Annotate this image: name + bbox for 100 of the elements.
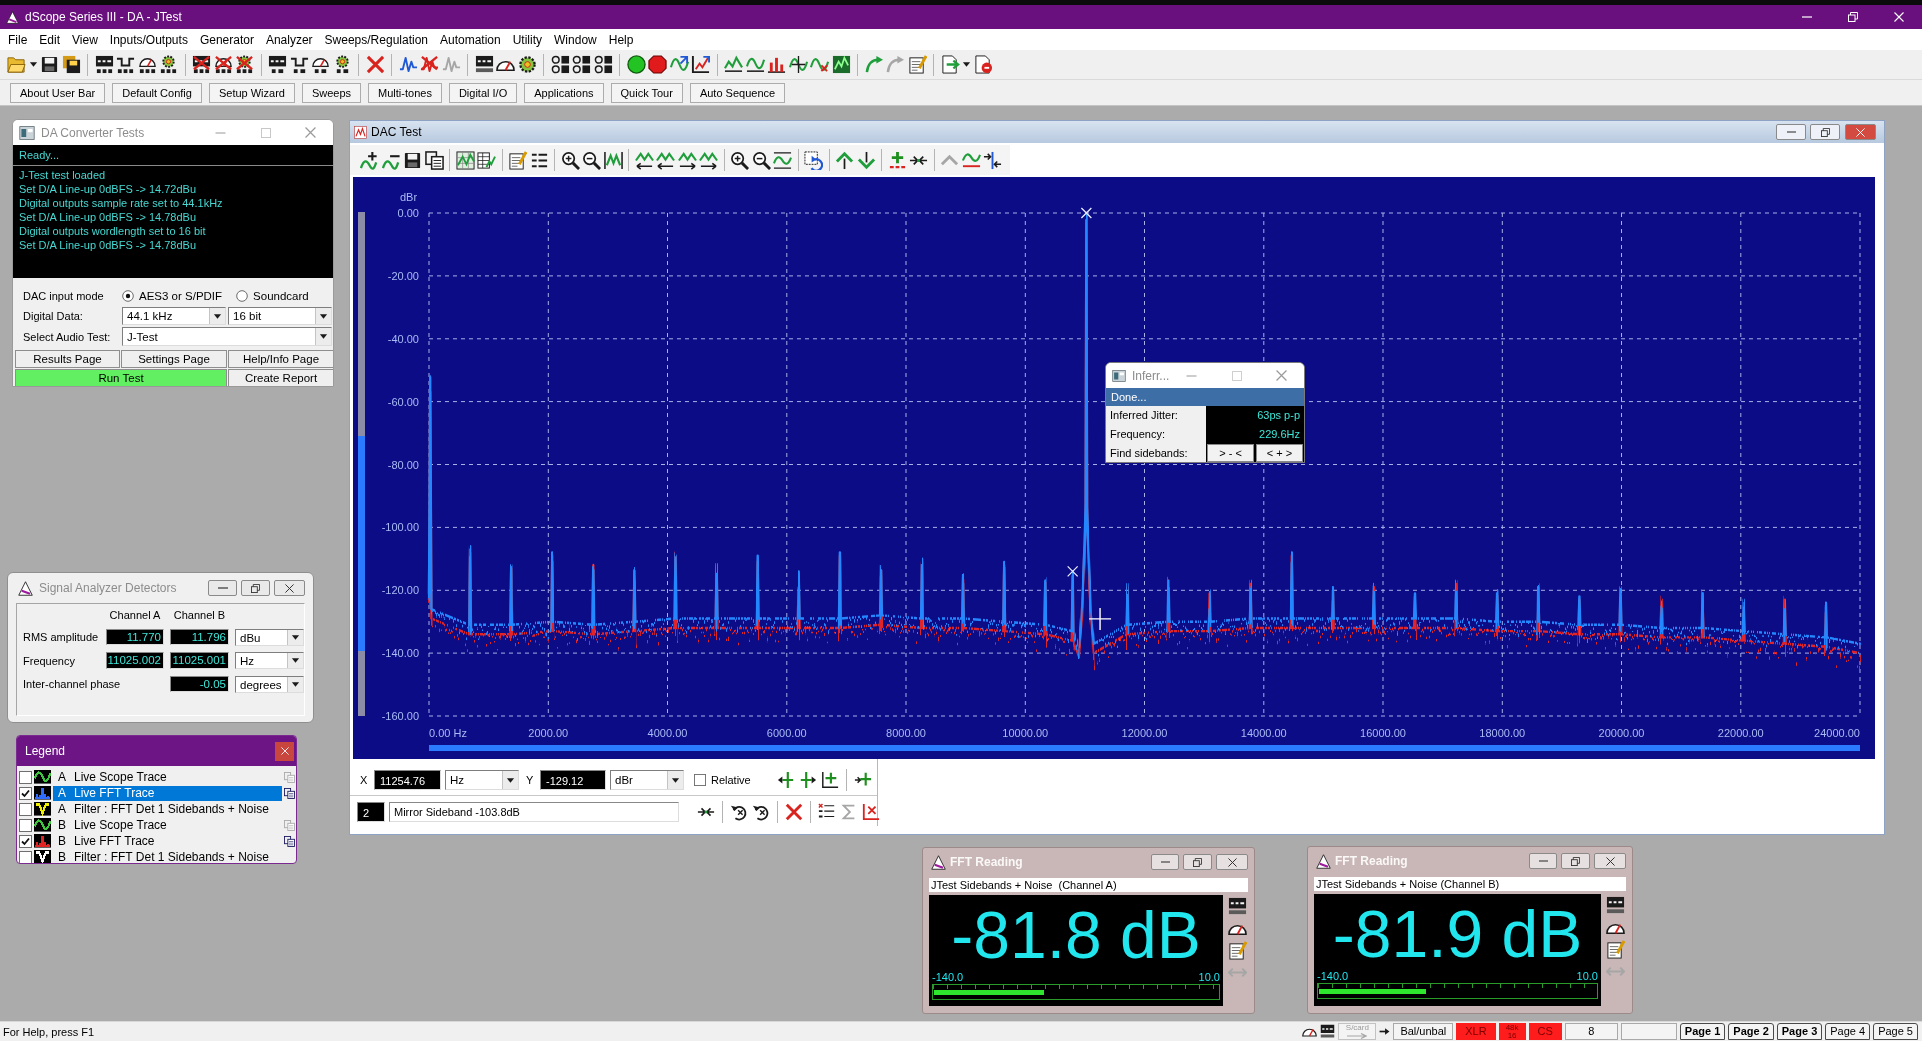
copy-icon[interactable] [424, 150, 444, 170]
notepad-icon[interactable] [1606, 940, 1625, 959]
document-arrow-icon[interactable] [940, 55, 960, 74]
marker-arrows-icon[interactable] [983, 150, 1002, 170]
filter-icon[interactable] [289, 55, 309, 74]
dropdown[interactable]: degrees [235, 676, 304, 693]
notepad-icon[interactable] [1228, 941, 1247, 960]
menu-item[interactable]: Window [548, 30, 603, 49]
digital-meter-icon[interactable] [1320, 1024, 1336, 1039]
peak-up-icon[interactable] [835, 150, 854, 170]
dropdown[interactable]: 16 bit [228, 307, 332, 325]
checkbox[interactable] [19, 834, 32, 848]
user-bar-button[interactable]: Auto Sequence [689, 82, 786, 103]
sideband-button[interactable]: < + > [1256, 444, 1303, 462]
user-bar-button[interactable]: About User Bar [10, 82, 106, 103]
switch-pair-icon[interactable] [550, 55, 570, 74]
dropdown[interactable]: Hz [445, 770, 519, 790]
document-stop-icon[interactable] [973, 55, 993, 74]
stop-icon[interactable] [648, 55, 667, 74]
crosshair-icon[interactable] [1088, 607, 1112, 631]
checkbox[interactable] [19, 818, 32, 832]
radio-option[interactable]: AES3 or S/PDIF [122, 290, 223, 302]
cursor-left-icon[interactable] [776, 771, 795, 789]
checkbox[interactable] [19, 786, 32, 800]
dropdown[interactable]: dBu [235, 629, 304, 646]
caret-icon[interactable] [28, 60, 38, 69]
gauge-icon[interactable] [311, 55, 330, 74]
digital-meter-icon[interactable] [94, 55, 114, 74]
user-bar-button[interactable]: Quick Tour [610, 82, 683, 103]
dropdown[interactable]: Hz [235, 652, 304, 669]
menu-item[interactable]: Automation [434, 30, 507, 49]
menu-item[interactable]: Utility [506, 30, 549, 49]
filter-icon[interactable] [116, 55, 135, 74]
page-tab[interactable]: Page 5 [1873, 1023, 1918, 1040]
legend-item[interactable]: A Filter : FFT Det 1 Sidebands + Noise [53, 801, 282, 817]
restore-icon[interactable] [1848, 12, 1858, 22]
cross-icon[interactable] [365, 55, 385, 74]
restore-button[interactable] [1810, 124, 1840, 140]
restore-button[interactable] [241, 580, 270, 596]
checkbox[interactable] [19, 850, 32, 863]
digital-meter-icon[interactable] [1606, 896, 1625, 915]
marker-icon[interactable] [1080, 207, 1092, 219]
menu-item[interactable]: File [2, 30, 34, 49]
scrollbar-thumb[interactable] [358, 436, 365, 651]
checkbox[interactable] [19, 802, 32, 816]
pulse-wave-cross-icon[interactable] [420, 55, 439, 74]
close-button[interactable] [1594, 853, 1626, 869]
digital-meter-cross-icon[interactable] [192, 55, 211, 74]
legend-item[interactable]: B Live FFT Trace [53, 833, 282, 849]
gear-icon[interactable] [517, 55, 537, 74]
wave-plus-icon[interactable] [360, 150, 379, 170]
sideband-button[interactable]: > - < [1207, 444, 1254, 462]
refresh-icon[interactable] [804, 150, 823, 170]
legend-item[interactable]: A Live FFT Trace [53, 785, 282, 801]
zoom-out-icon[interactable] [751, 150, 771, 170]
wave-icon[interactable] [745, 55, 765, 74]
cursor-right-icon[interactable] [798, 771, 817, 789]
page-button[interactable]: Help/Info Page [228, 350, 333, 368]
user-bar-button[interactable]: Setup Wizard [208, 82, 295, 103]
gauge-cross-icon[interactable] [213, 55, 233, 74]
chart-icon[interactable] [455, 150, 475, 170]
user-bar-button[interactable]: Applications [524, 82, 604, 103]
digital-meter-icon[interactable] [268, 55, 287, 74]
close-button[interactable] [1845, 124, 1876, 140]
page-button[interactable]: Create Report [228, 369, 333, 386]
run-button[interactable]: Run Test [15, 369, 227, 386]
digital-meter-icon[interactable] [1228, 897, 1247, 916]
marker-icon[interactable] [1067, 565, 1079, 578]
wave-peak-icon[interactable] [724, 55, 743, 74]
page-tab[interactable]: Page 2 [1728, 1023, 1774, 1040]
gear-cross-icon[interactable] [235, 55, 254, 74]
page-tab[interactable]: Page 4 [1825, 1023, 1871, 1040]
dropdown[interactable]: J-Test [122, 327, 332, 346]
page-button[interactable]: Results Page [15, 350, 120, 368]
cursor-chart-icon[interactable] [820, 771, 839, 789]
copy-icon[interactable] [284, 835, 295, 847]
checkbox[interactable] [694, 774, 706, 786]
dropdown[interactable]: 44.1 kHz [122, 307, 226, 325]
gear-icon[interactable] [159, 55, 178, 74]
page-button[interactable]: Settings Page [121, 350, 227, 368]
menu-item[interactable]: Edit [33, 30, 67, 49]
zoom-out-icon[interactable] [582, 150, 601, 170]
wave-cross-icon[interactable] [810, 55, 829, 74]
legend-item[interactable]: B Live Scope Trace [53, 817, 282, 833]
digital-meter-icon[interactable] [474, 55, 494, 74]
restore-button[interactable] [1561, 853, 1590, 869]
legend-item[interactable]: B Filter : FFT Det 1 Sidebands + Noise [53, 849, 282, 863]
wave-right-icon[interactable] [677, 150, 697, 170]
checkbox[interactable] [19, 770, 32, 784]
start-icon[interactable] [626, 55, 646, 74]
switch-pair-icon[interactable] [593, 55, 613, 74]
horizontal-scrollbar[interactable] [429, 745, 1860, 751]
close-button[interactable] [1216, 854, 1248, 870]
chart-arrow-icon[interactable] [691, 55, 710, 74]
wave-bar-icon[interactable] [773, 150, 792, 170]
wave-left-icon[interactable] [634, 150, 654, 170]
bar-chart-icon[interactable] [767, 55, 786, 74]
wave-cursor-icon[interactable] [788, 55, 808, 74]
curved-arrow-icon[interactable] [864, 55, 884, 74]
copy-icon[interactable] [284, 787, 295, 799]
